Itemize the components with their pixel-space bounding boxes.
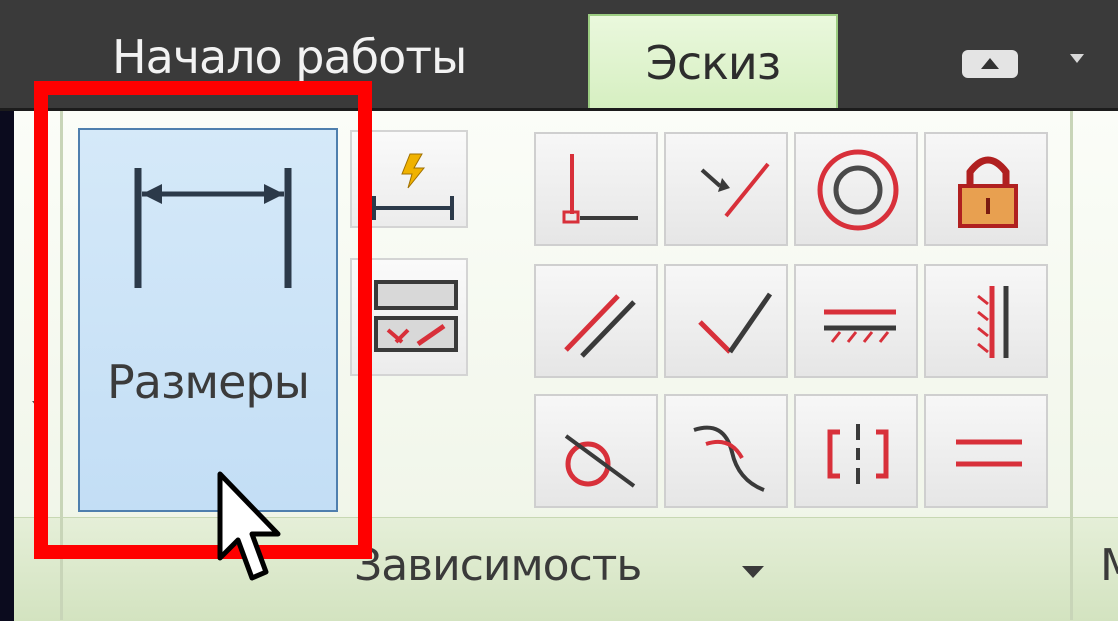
next-panel-title: М <box>1100 540 1118 591</box>
chevron-down-icon[interactable] <box>1070 54 1084 63</box>
horizontal-constraint-button[interactable] <box>794 264 918 378</box>
chevron-down-icon[interactable] <box>742 566 764 578</box>
collinear-icon <box>700 162 770 218</box>
perpendicular-icon <box>698 292 773 354</box>
highlight-frame <box>34 81 372 559</box>
ribbon-minimize-button[interactable] <box>962 50 1018 78</box>
smooth-icon <box>693 425 765 492</box>
horizontal-icon <box>824 309 896 343</box>
coincident-constraint-button[interactable] <box>534 132 658 246</box>
smooth-constraint-button[interactable] <box>664 394 788 508</box>
collinear-constraint-button[interactable] <box>664 132 788 246</box>
tangent-constraint-button[interactable] <box>534 394 658 508</box>
equal-constraint-button[interactable] <box>924 394 1048 508</box>
caret-up-icon <box>981 58 999 69</box>
perpendicular-constraint-button[interactable] <box>664 264 788 378</box>
fix-constraint-button[interactable] <box>924 132 1048 246</box>
symmetric-icon <box>827 424 889 484</box>
constraint-panel-title[interactable]: Зависимость <box>354 540 642 591</box>
vertical-icon <box>977 286 1009 358</box>
fix-icon <box>958 156 1018 228</box>
tangent-icon <box>564 434 636 488</box>
vertical-constraint-button[interactable] <box>924 264 1048 378</box>
symmetric-constraint-button[interactable] <box>794 394 918 508</box>
panel-separator <box>1070 111 1073 620</box>
equal-icon <box>956 439 1022 467</box>
parallel-constraint-button[interactable] <box>534 264 658 378</box>
coincident-icon <box>562 154 638 224</box>
mouse-cursor-icon <box>217 471 281 581</box>
concentric-icon <box>817 149 899 231</box>
parallel-icon <box>564 294 636 358</box>
tab-sketch[interactable]: Эскиз <box>588 14 838 108</box>
concentric-constraint-button[interactable] <box>794 132 918 246</box>
